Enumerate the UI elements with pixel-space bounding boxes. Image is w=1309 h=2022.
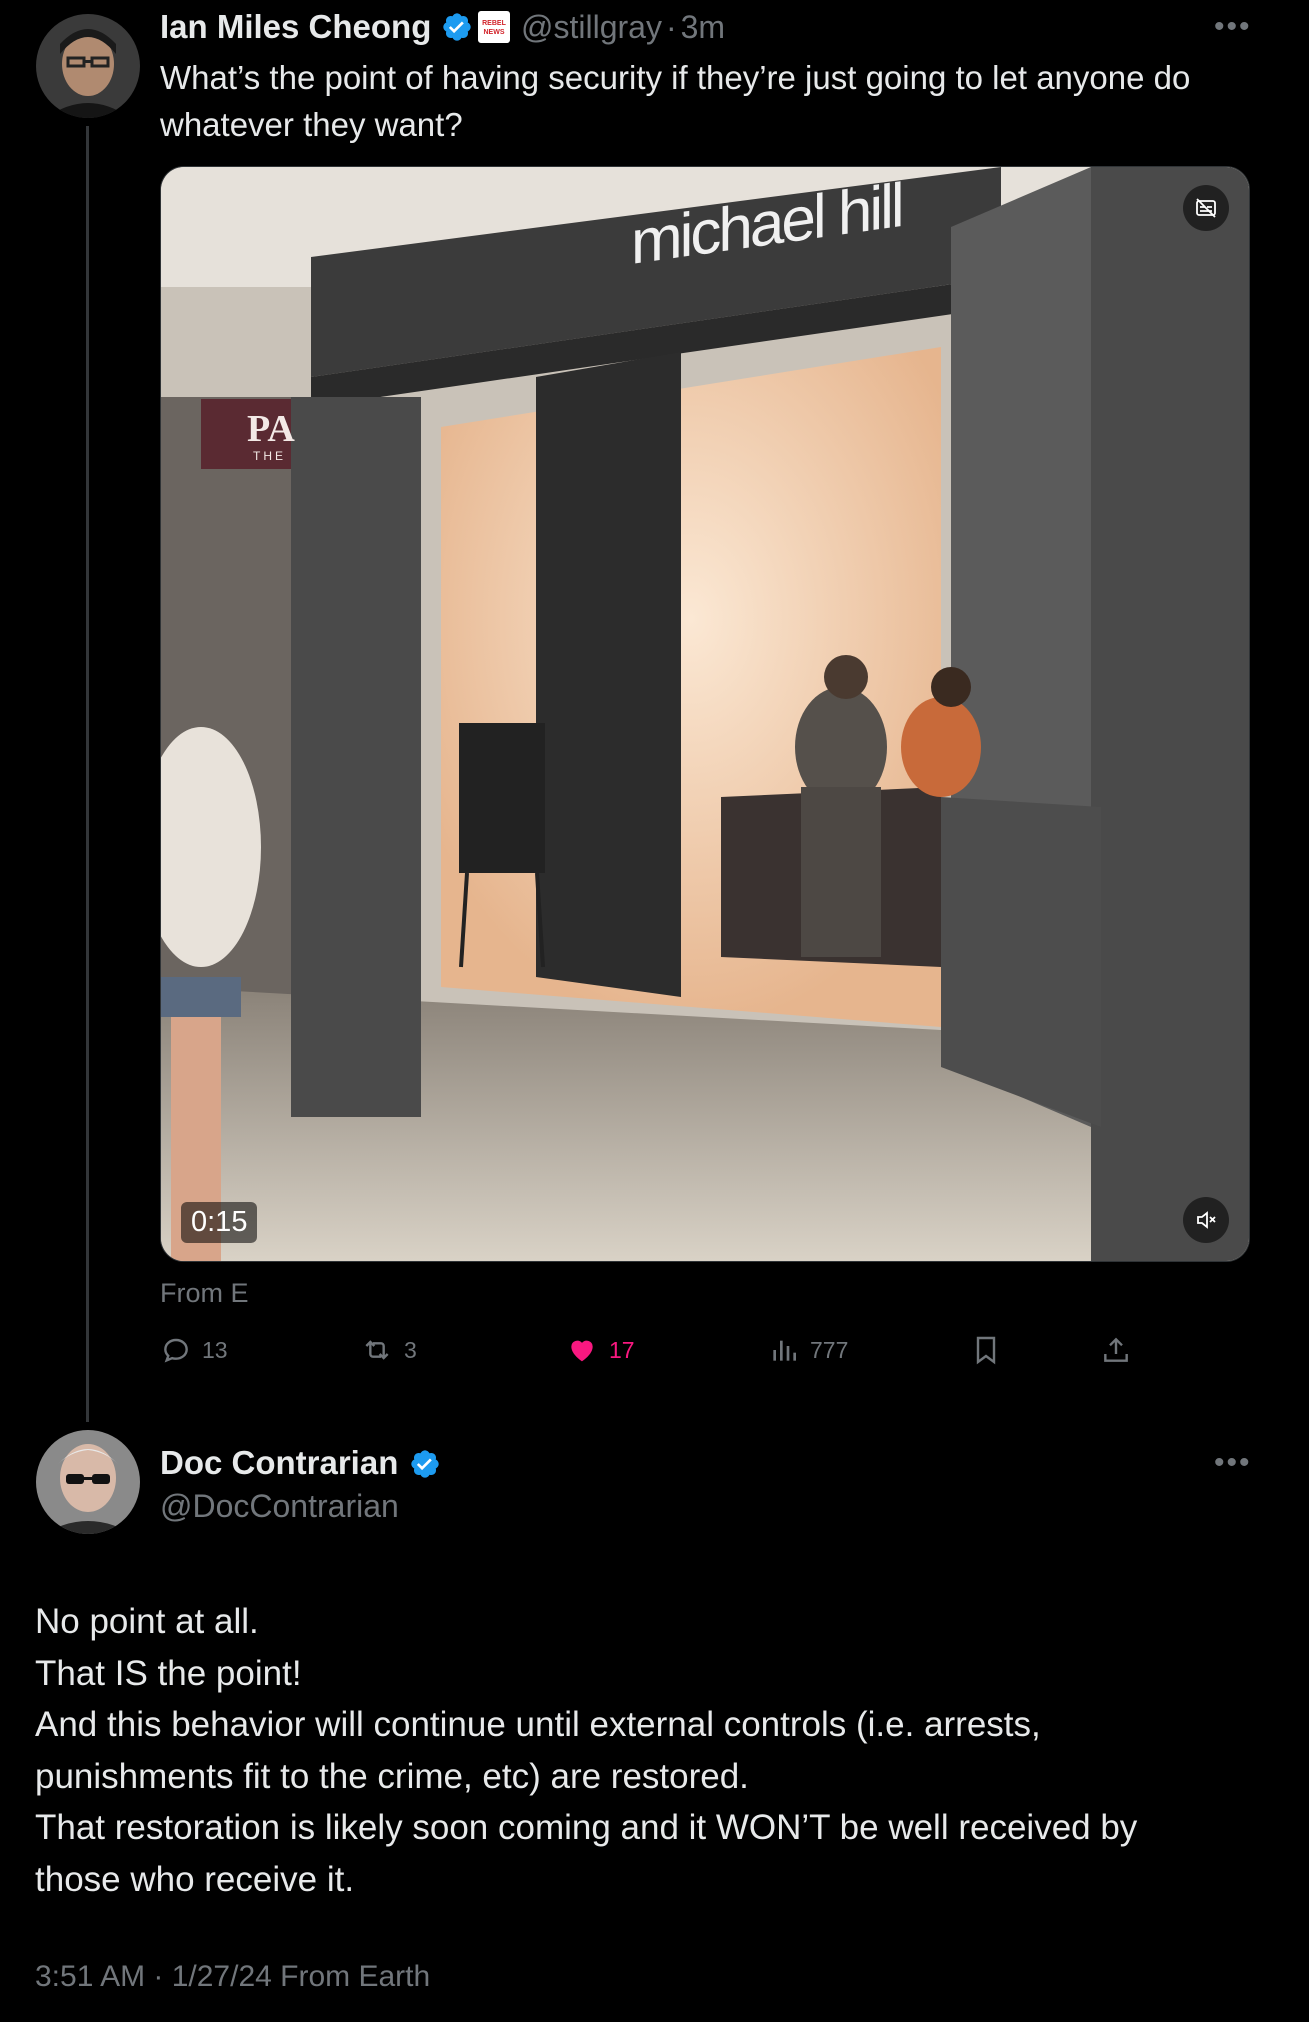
view-count: 777 bbox=[810, 1336, 849, 1363]
author-handle-row[interactable]: @stillgray · 3m bbox=[521, 9, 725, 46]
more-icon[interactable]: ••• bbox=[1214, 1446, 1252, 1480]
reply-line: those who receive it. bbox=[35, 1859, 355, 1899]
share-button[interactable] bbox=[1100, 1334, 1132, 1366]
time-ago[interactable]: 3m bbox=[681, 9, 725, 45]
reply-count: 13 bbox=[202, 1336, 228, 1363]
reply-line: And this behavior will continue until ex… bbox=[35, 1705, 1041, 1744]
views-button[interactable]: 777 bbox=[768, 1334, 848, 1366]
verified-icon bbox=[443, 13, 471, 41]
repost-button[interactable]: 3 bbox=[360, 1334, 417, 1366]
svg-text:NEWS: NEWS bbox=[484, 29, 505, 36]
source-attribution: From E bbox=[160, 1278, 249, 1308]
thread-connector-line bbox=[86, 126, 89, 1422]
video-duration: 0:15 bbox=[181, 1202, 258, 1243]
reply-timestamp[interactable]: 3:51 AM · 1/27/24 From Earth bbox=[35, 1960, 430, 1994]
repost-count: 3 bbox=[404, 1336, 417, 1363]
video-player[interactable]: michael hill PA THE 0:15 bbox=[160, 166, 1250, 1262]
bookmark-button[interactable] bbox=[970, 1334, 1002, 1366]
captions-icon[interactable] bbox=[1183, 185, 1229, 231]
avatar-doc-contrarian[interactable] bbox=[36, 1430, 140, 1534]
author-name[interactable]: Ian Miles Cheong bbox=[160, 8, 431, 46]
mall-sign: PA bbox=[247, 408, 295, 450]
mall-sign-sub: THE bbox=[253, 449, 286, 463]
views-icon bbox=[773, 1340, 796, 1361]
verified-icon bbox=[411, 1450, 439, 1478]
avatar-ian-miles-cheong[interactable] bbox=[36, 14, 140, 118]
reply-line: punishments fit to the crime, etc) are r… bbox=[35, 1756, 749, 1796]
repost-icon bbox=[365, 1340, 389, 1360]
reply-text: No point at all. That IS the point! And … bbox=[35, 1596, 1285, 1905]
reply-line: That IS the point! bbox=[35, 1653, 302, 1693]
reply-author-name[interactable]: Doc Contrarian bbox=[160, 1444, 398, 1482]
mute-icon[interactable] bbox=[1183, 1197, 1229, 1243]
more-icon[interactable]: ••• bbox=[1214, 10, 1252, 44]
reply-line: No point at all. bbox=[35, 1602, 259, 1641]
like-button[interactable]: 17 bbox=[565, 1334, 635, 1366]
affiliate-badge[interactable]: REBEL NEWS bbox=[478, 11, 510, 43]
time-separator: · bbox=[665, 9, 677, 45]
author-handle[interactable]: @stillgray bbox=[521, 9, 662, 45]
svg-text:REBEL: REBEL bbox=[482, 20, 506, 27]
reply-line: That restoration is likely soon coming a… bbox=[35, 1808, 1138, 1847]
video-frame bbox=[161, 167, 1249, 1261]
share-icon bbox=[1104, 1337, 1128, 1362]
tweet-text: What’s the point of having security if t… bbox=[160, 59, 1191, 143]
reply-button[interactable]: 13 bbox=[160, 1334, 228, 1366]
bookmark-icon bbox=[976, 1336, 996, 1365]
heart-icon bbox=[571, 1340, 593, 1362]
comment-icon bbox=[164, 1338, 188, 1363]
reply-author-handle[interactable]: @DocContrarian bbox=[160, 1488, 399, 1525]
like-count: 17 bbox=[609, 1336, 635, 1363]
